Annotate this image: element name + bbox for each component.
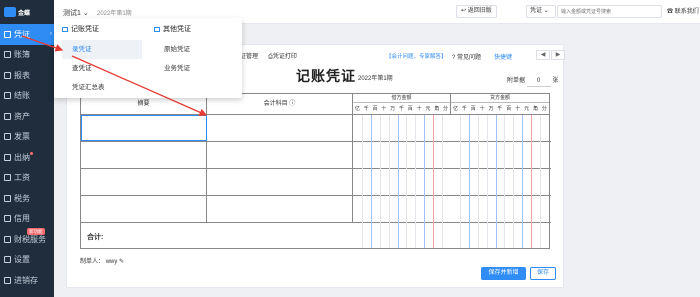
arrow-to-summary-cell (71, 55, 208, 116)
arrow-to-voucher-menu (21, 35, 64, 52)
annotation-arrows (21, 35, 208, 116)
